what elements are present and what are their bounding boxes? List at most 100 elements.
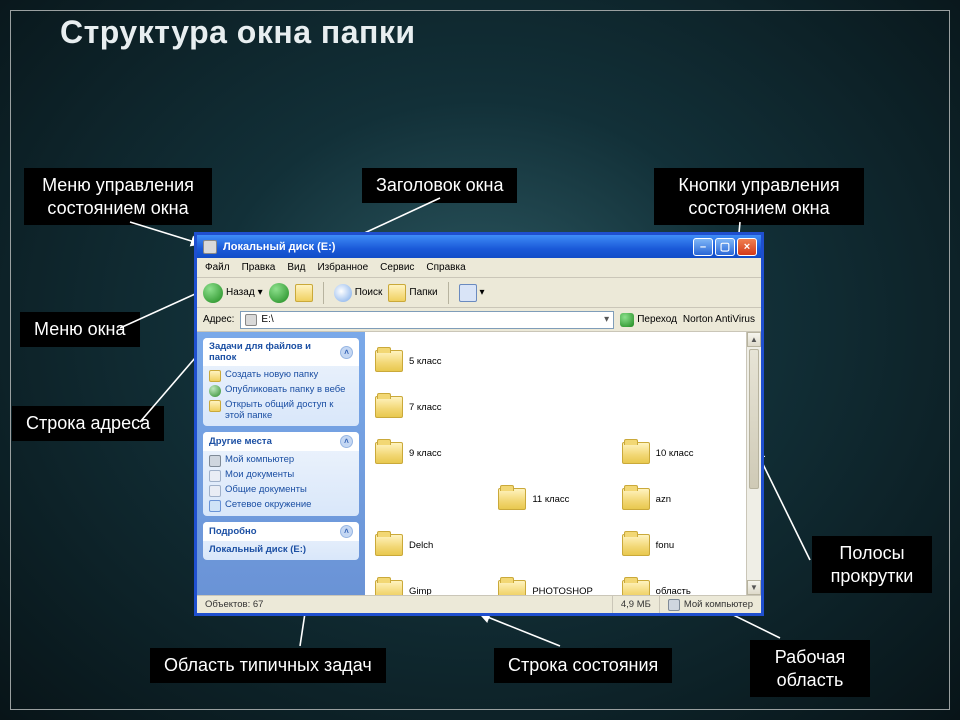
folder-item[interactable] xyxy=(498,524,617,566)
chevron-down-icon[interactable]: ▾ xyxy=(604,314,609,325)
place-network[interactable]: Сетевое окружение xyxy=(209,500,353,512)
address-bar: Адрес: E:\ ▾ Переход Norton AntiVirus xyxy=(197,308,761,332)
close-button[interactable]: × xyxy=(737,238,757,256)
folder-icon xyxy=(622,442,650,464)
search-button[interactable]: Поиск xyxy=(334,284,383,302)
places-panel: Другие места ˄ Мой компьютер Мои документ… xyxy=(203,432,359,516)
titlebar[interactable]: Локальный диск (E:) – ▢ × xyxy=(197,232,761,258)
callout-work-area: Рабочая область xyxy=(750,640,870,697)
folder-label: 11 класс xyxy=(532,494,569,505)
folder-label: azn xyxy=(656,494,671,505)
explorer-window: Локальный диск (E:) – ▢ × Файл Правка Ви… xyxy=(194,232,764,616)
folder-item[interactable]: 5 класс xyxy=(375,340,494,382)
folder-icon xyxy=(622,488,650,510)
place-shared-docs[interactable]: Общие документы xyxy=(209,485,353,497)
task-publish[interactable]: Опубликовать папку в вебе xyxy=(209,385,353,397)
vertical-scrollbar[interactable]: ▲ ▼ xyxy=(746,332,761,595)
folder-item[interactable]: Gimp xyxy=(375,570,494,595)
scroll-up-button[interactable]: ▲ xyxy=(747,332,761,347)
address-input[interactable]: E:\ ▾ xyxy=(240,311,614,329)
address-label: Адрес: xyxy=(203,314,234,325)
folder-item[interactable] xyxy=(375,478,494,520)
forward-icon xyxy=(269,283,289,303)
place-my-docs[interactable]: Мои документы xyxy=(209,470,353,482)
up-icon xyxy=(295,284,313,302)
folder-label: 5 класс xyxy=(409,356,442,367)
callout-window-controls: Кнопки управления состоянием окна xyxy=(654,168,864,225)
folder-item[interactable]: fonu xyxy=(622,524,741,566)
folder-icon xyxy=(498,488,526,510)
folder-label: Gimp xyxy=(409,586,432,596)
folder-item[interactable]: Delch xyxy=(375,524,494,566)
forward-button[interactable] xyxy=(269,283,289,303)
callout-status-bar: Строка состояния xyxy=(494,648,672,683)
folder-icon xyxy=(375,350,403,372)
callout-address-bar: Строка адреса xyxy=(12,406,164,441)
menu-tools[interactable]: Сервис xyxy=(380,262,414,273)
search-icon xyxy=(334,284,352,302)
collapse-icon[interactable]: ˄ xyxy=(340,346,353,359)
status-size: 4,9 МБ xyxy=(613,596,660,613)
norton-link[interactable]: Norton AntiVirus xyxy=(683,314,755,325)
up-button[interactable] xyxy=(295,284,313,302)
folder-icon xyxy=(375,580,403,595)
share-icon xyxy=(209,400,221,412)
folder-item[interactable]: 10 класс xyxy=(622,432,741,474)
folder-item[interactable]: 7 класс xyxy=(375,386,494,428)
scroll-thumb[interactable] xyxy=(749,349,759,489)
menu-fav[interactable]: Избранное xyxy=(317,262,368,273)
folder-item[interactable]: область xyxy=(622,570,741,595)
menu-view[interactable]: Вид xyxy=(287,262,305,273)
minimize-button[interactable]: – xyxy=(693,238,713,256)
callout-system-menu: Меню управления состоянием окна xyxy=(24,168,212,225)
folder-item[interactable] xyxy=(498,386,617,428)
computer-icon xyxy=(668,599,680,611)
folder-label: 9 класс xyxy=(409,448,442,459)
window-control-buttons: – ▢ × xyxy=(693,238,757,256)
menu-bar: Файл Правка Вид Избранное Сервис Справка xyxy=(197,258,761,278)
place-my-computer[interactable]: Мой компьютер xyxy=(209,455,353,467)
folder-item[interactable] xyxy=(622,386,741,428)
folders-icon xyxy=(388,284,406,302)
collapse-icon[interactable]: ˄ xyxy=(340,435,353,448)
menu-edit[interactable]: Правка xyxy=(242,262,276,273)
callout-title: Заголовок окна xyxy=(362,168,517,203)
folder-item[interactable] xyxy=(622,340,741,382)
collapse-icon[interactable]: ˄ xyxy=(340,525,353,538)
address-value: E:\ xyxy=(261,314,273,325)
places-panel-title: Другие места xyxy=(209,436,272,447)
task-new-folder[interactable]: Создать новую папку xyxy=(209,370,353,382)
drive-icon-small xyxy=(245,314,257,326)
network-icon xyxy=(209,500,221,512)
folder-label: Delch xyxy=(409,540,433,551)
folder-content-area[interactable]: 5 класс 7 класс 9 класс 10 класс 11 класс azn… xyxy=(365,332,761,595)
views-button[interactable]: ▾ xyxy=(459,284,485,302)
tasks-sidebar: Задачи для файлов и папок˄ Создать новую… xyxy=(197,332,365,595)
folder-item[interactable]: PHOTOSHOP xyxy=(498,570,617,595)
folder-item[interactable] xyxy=(498,432,617,474)
documents-icon xyxy=(209,485,221,497)
folder-icon xyxy=(375,442,403,464)
task-share[interactable]: Открыть общий доступ к этой папке xyxy=(209,400,353,422)
back-button[interactable]: Назад ▾ xyxy=(203,283,263,303)
back-icon xyxy=(203,283,223,303)
folder-icon xyxy=(498,580,526,595)
folders-button[interactable]: Папки xyxy=(388,284,437,302)
status-bar: Объектов: 67 4,9 МБ Мой компьютер xyxy=(197,595,761,613)
folder-item[interactable]: azn xyxy=(622,478,741,520)
menu-file[interactable]: Файл xyxy=(205,262,230,273)
maximize-button[interactable]: ▢ xyxy=(715,238,735,256)
scroll-down-button[interactable]: ▼ xyxy=(747,580,761,595)
menu-help[interactable]: Справка xyxy=(426,262,465,273)
status-location: Мой компьютер xyxy=(660,596,761,613)
go-button[interactable]: Переход xyxy=(620,313,677,327)
views-icon xyxy=(459,284,477,302)
details-panel: Подробно˄ Локальный диск (E:) xyxy=(203,522,359,560)
folder-icon xyxy=(375,396,403,418)
callout-menu-bar: Меню окна xyxy=(20,312,140,347)
slide-title: Структура окна папки xyxy=(60,14,416,51)
folder-item[interactable]: 9 класс xyxy=(375,432,494,474)
folder-item[interactable] xyxy=(498,340,617,382)
folder-item[interactable]: 11 класс xyxy=(498,478,617,520)
folder-icon xyxy=(209,370,221,382)
